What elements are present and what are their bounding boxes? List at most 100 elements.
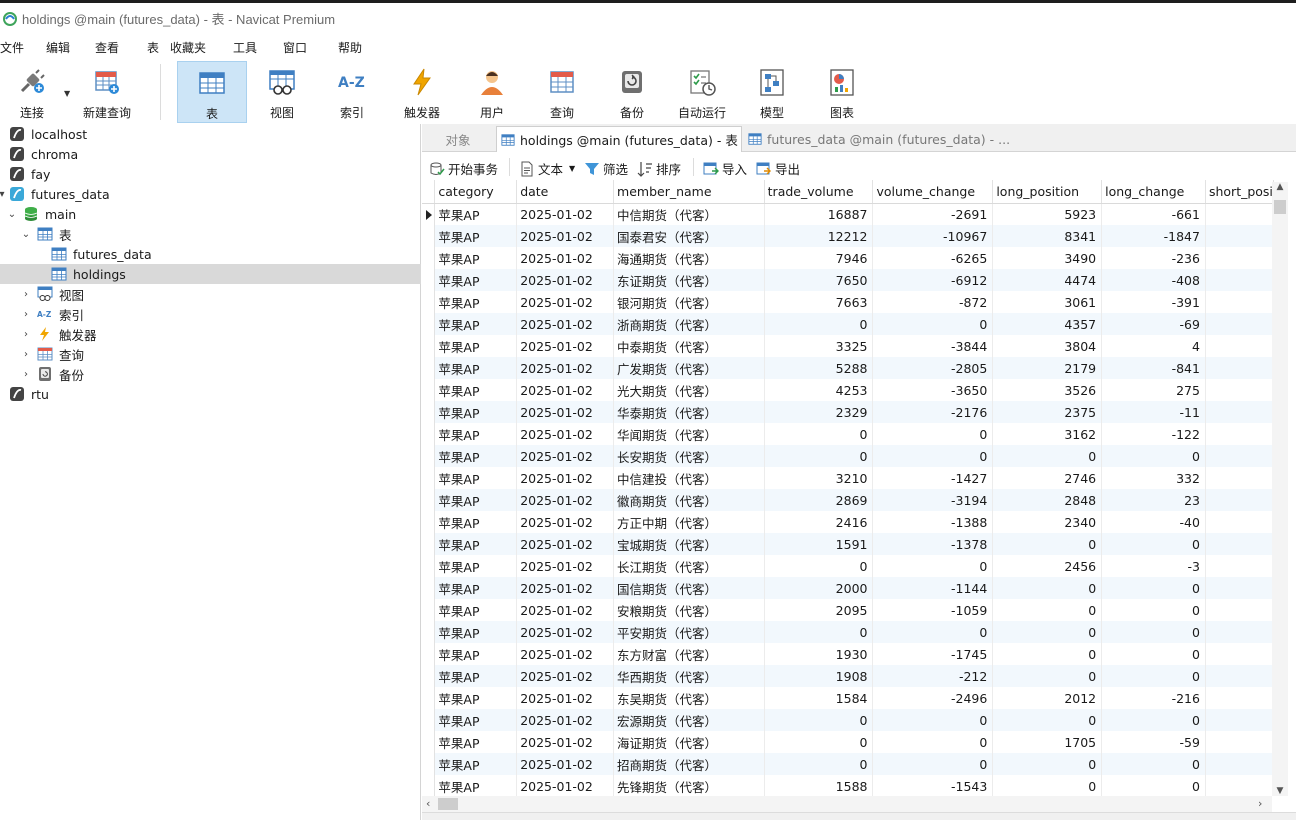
cell-volume-change[interactable]: -3650 bbox=[872, 379, 994, 401]
cell-short-posi[interactable] bbox=[1205, 577, 1274, 599]
cell-member-name[interactable]: 先锋期货（代客） bbox=[613, 775, 765, 796]
cell-volume-change[interactable]: -212 bbox=[872, 665, 994, 687]
cell-date[interactable]: 2025-01-02 bbox=[516, 753, 615, 775]
cell-category[interactable]: 苹果AP bbox=[434, 709, 518, 731]
cell-category[interactable]: 苹果AP bbox=[434, 467, 518, 489]
table-row[interactable]: 苹果AP 2025-01-02 长安期货（代客） 0 0 0 0 bbox=[422, 445, 1274, 467]
row-selector[interactable] bbox=[422, 665, 436, 687]
cell-volume-change[interactable]: 0 bbox=[872, 423, 994, 445]
cell-category[interactable]: 苹果AP bbox=[434, 577, 518, 599]
cell-long-change[interactable]: -661 bbox=[1101, 203, 1206, 225]
trigger-button[interactable]: 触发器 bbox=[394, 61, 450, 123]
filter-button[interactable]: 筛选 bbox=[584, 159, 628, 178]
cell-volume-change[interactable]: 0 bbox=[872, 731, 994, 753]
chevron-right-icon[interactable]: › bbox=[21, 289, 31, 300]
menu-file[interactable]: 文件 bbox=[0, 39, 24, 56]
cell-member-name[interactable]: 广发期货（代客） bbox=[613, 357, 765, 379]
cell-long-position[interactable]: 4357 bbox=[992, 313, 1103, 335]
cell-member-name[interactable]: 中泰期货（代客） bbox=[613, 335, 765, 357]
row-selector[interactable] bbox=[422, 775, 436, 796]
cell-long-position[interactable]: 0 bbox=[992, 533, 1103, 555]
row-selector[interactable] bbox=[422, 269, 436, 291]
tree-item-triggers[interactable]: › 触发器 bbox=[0, 324, 421, 344]
text-button[interactable]: 文本 ▼ bbox=[519, 159, 575, 178]
row-selector[interactable] bbox=[422, 555, 436, 577]
cell-trade-volume[interactable]: 7650 bbox=[764, 269, 874, 291]
tree-item-tables-folder[interactable]: ⌄ 表 bbox=[0, 224, 421, 244]
cell-long-change[interactable]: -59 bbox=[1101, 731, 1206, 753]
chevron-down-icon[interactable]: ⌄ bbox=[7, 209, 17, 220]
cell-trade-volume[interactable]: 0 bbox=[764, 731, 874, 753]
cell-member-name[interactable]: 华闻期货（代客） bbox=[613, 423, 765, 445]
cell-short-posi[interactable] bbox=[1205, 753, 1274, 775]
scroll-thumb[interactable] bbox=[438, 798, 458, 810]
cell-long-change[interactable]: -216 bbox=[1101, 687, 1206, 709]
tree-item-table-holdings[interactable]: holdings bbox=[0, 264, 421, 284]
cell-volume-change[interactable]: -2805 bbox=[872, 357, 994, 379]
table-row[interactable]: 苹果AP 2025-01-02 中信期货（代客） 16887 -2691 5923 -661 bbox=[422, 203, 1274, 225]
scroll-down-icon[interactable]: ▼ bbox=[1272, 786, 1288, 796]
table-row[interactable]: 苹果AP 2025-01-02 平安期货（代客） 0 0 0 0 bbox=[422, 621, 1274, 643]
cell-trade-volume[interactable]: 2329 bbox=[764, 401, 874, 423]
cell-category[interactable]: 苹果AP bbox=[434, 511, 518, 533]
tab-holdings[interactable]: holdings @main (futures_data) - 表 bbox=[496, 126, 742, 152]
backup-button[interactable]: 备份 bbox=[604, 61, 660, 123]
cell-long-position[interactable]: 0 bbox=[992, 445, 1103, 467]
cell-member-name[interactable]: 安粮期货（代客） bbox=[613, 599, 765, 621]
cell-long-position[interactable]: 2848 bbox=[992, 489, 1103, 511]
cell-long-change[interactable]: -1847 bbox=[1101, 225, 1206, 247]
row-selector[interactable] bbox=[422, 401, 436, 423]
column-header-volume-change[interactable]: volume_change bbox=[872, 180, 994, 204]
cell-long-change[interactable]: 0 bbox=[1101, 753, 1206, 775]
cell-short-posi[interactable] bbox=[1205, 533, 1274, 555]
cell-long-change[interactable]: 0 bbox=[1101, 665, 1206, 687]
row-selector[interactable] bbox=[422, 511, 436, 533]
cell-long-position[interactable]: 3162 bbox=[992, 423, 1103, 445]
cell-member-name[interactable]: 招商期货（代客） bbox=[613, 753, 765, 775]
cell-date[interactable]: 2025-01-02 bbox=[516, 335, 615, 357]
cell-member-name[interactable]: 银河期货（代客） bbox=[613, 291, 765, 313]
menu-edit[interactable]: 编辑 bbox=[46, 39, 70, 56]
cell-date[interactable]: 2025-01-02 bbox=[516, 225, 615, 247]
column-header-long-position[interactable]: long_position bbox=[992, 180, 1103, 204]
column-header-long-change[interactable]: long_change bbox=[1101, 180, 1206, 204]
cell-short-posi[interactable] bbox=[1205, 467, 1274, 489]
cell-trade-volume[interactable]: 0 bbox=[764, 621, 874, 643]
cell-volume-change[interactable]: 0 bbox=[872, 621, 994, 643]
cell-member-name[interactable]: 海证期货（代客） bbox=[613, 731, 765, 753]
cell-short-posi[interactable] bbox=[1205, 357, 1274, 379]
row-selector[interactable] bbox=[422, 225, 436, 247]
cell-member-name[interactable]: 中信建投（代客） bbox=[613, 467, 765, 489]
table-row[interactable]: 苹果AP 2025-01-02 浙商期货（代客） 0 0 4357 -69 bbox=[422, 313, 1274, 335]
connection-dropdown-caret-icon[interactable]: ▼ bbox=[64, 89, 70, 98]
cell-category[interactable]: 苹果AP bbox=[434, 335, 518, 357]
cell-volume-change[interactable]: -2496 bbox=[872, 687, 994, 709]
cell-volume-change[interactable]: -1378 bbox=[872, 533, 994, 555]
table-row[interactable]: 苹果AP 2025-01-02 国信期货（代客） 2000 -1144 0 0 bbox=[422, 577, 1274, 599]
cell-date[interactable]: 2025-01-02 bbox=[516, 665, 615, 687]
export-button[interactable]: 导出 bbox=[756, 159, 800, 178]
cell-trade-volume[interactable]: 0 bbox=[764, 709, 874, 731]
cell-short-posi[interactable] bbox=[1205, 731, 1274, 753]
cell-category[interactable]: 苹果AP bbox=[434, 203, 518, 225]
cell-date[interactable]: 2025-01-02 bbox=[516, 599, 615, 621]
cell-volume-change[interactable]: -3844 bbox=[872, 335, 994, 357]
cell-volume-change[interactable]: 0 bbox=[872, 555, 994, 577]
cell-date[interactable]: 2025-01-02 bbox=[516, 291, 615, 313]
cell-date[interactable]: 2025-01-02 bbox=[516, 643, 615, 665]
cell-volume-change[interactable]: 0 bbox=[872, 313, 994, 335]
table-row[interactable]: 苹果AP 2025-01-02 宏源期货（代客） 0 0 0 0 bbox=[422, 709, 1274, 731]
cell-short-posi[interactable] bbox=[1205, 665, 1274, 687]
cell-long-position[interactable]: 3804 bbox=[992, 335, 1103, 357]
cell-long-change[interactable]: 0 bbox=[1101, 445, 1206, 467]
cell-date[interactable]: 2025-01-02 bbox=[516, 467, 615, 489]
cell-short-posi[interactable] bbox=[1205, 489, 1274, 511]
cell-volume-change[interactable]: -3194 bbox=[872, 489, 994, 511]
cell-short-posi[interactable] bbox=[1205, 775, 1274, 796]
scroll-up-icon[interactable]: ▲ bbox=[1272, 182, 1288, 192]
vertical-scrollbar[interactable]: ▲ ▼ bbox=[1272, 182, 1288, 796]
cell-long-change[interactable]: 332 bbox=[1101, 467, 1206, 489]
cell-long-change[interactable]: -69 bbox=[1101, 313, 1206, 335]
table-row[interactable]: 苹果AP 2025-01-02 东方财富（代客） 1930 -1745 0 0 bbox=[422, 643, 1274, 665]
cell-trade-volume[interactable]: 1591 bbox=[764, 533, 874, 555]
